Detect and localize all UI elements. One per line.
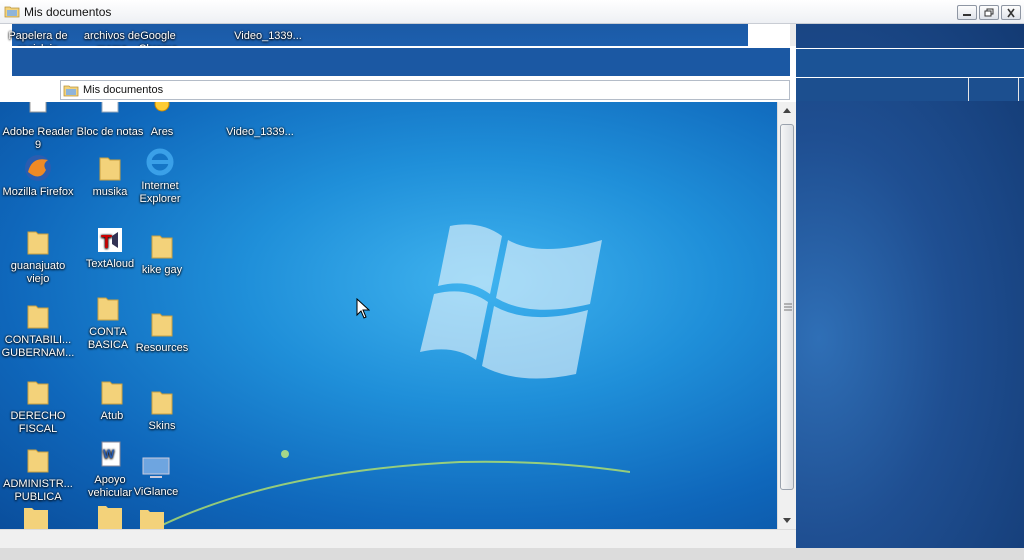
desktop-icon[interactable]: DERECHO FISCAL [0,376,76,436]
minimize-icon [963,14,971,16]
desktop-icon[interactable]: ViGlance [118,452,194,499]
desktop-icon-label: Ares [150,126,174,138]
folder-icon [27,381,49,405]
desktop-icon-label: CONTABILI... GUBERNAM... [1,334,75,359]
folder-icon [24,508,48,529]
monitor-icon [142,457,170,478]
background-panel [796,24,1024,548]
wallpaper-swoosh [151,450,630,529]
rendering-strip [796,78,1024,101]
folder-icon [27,305,49,329]
desktop-icon[interactable]: kike gay [124,230,200,277]
status-area [0,529,796,548]
scroll-thumb[interactable] [780,124,794,490]
strip-band [12,48,790,76]
close-icon [1007,8,1015,18]
textaloud-icon: T [98,228,122,252]
folder-icon [98,506,122,529]
scroll-down-icon[interactable] [778,511,796,529]
notepad-icon [101,102,119,113]
desktop-icon[interactable]: guanajuato viejo [0,226,76,286]
desktop-icon-label: Skins [148,420,176,432]
firefox-icon [25,155,51,181]
folder-icon [151,391,173,415]
ares-icon [154,102,170,112]
desktop-icon-label: Mozilla Firefox [2,186,74,198]
svg-text:T: T [101,232,112,252]
desktop-icon-label: Resources [135,342,189,354]
desktop-icon-label: kike gay [141,264,183,276]
folder-icon [151,313,173,337]
folder-icon [63,85,79,97]
video-file-icon [244,102,276,124]
desktop-icon[interactable]: Resources [124,308,200,355]
desktop-icon[interactable]: Skins [124,386,200,433]
desktop-icon-label: ViGlance [133,486,179,498]
divider [968,78,969,101]
rendering-strip [0,46,796,78]
desktop-icon-label: Internet Explorer [139,180,181,205]
desktop-icon-label: Video_1339... [234,30,302,42]
restore-button[interactable] [979,5,999,20]
rendering-strip [796,48,1024,78]
ie-icon [146,148,174,176]
desktop-icon[interactable]: ADMINISTR... PUBLICA [0,444,76,504]
desktop-icon-label: guanajuato viejo [10,260,66,285]
desktop-view[interactable]: Adobe Reader 9 Bloc de notas Ares Video_… [0,102,777,529]
folder-icon [27,449,49,473]
desktop-icon-label: Video_1339... [226,126,294,138]
desktop-icon-label: ADMINISTR... PUBLICA [3,478,73,503]
rendering-strip: Papelera de reciclaje archivos de mama G… [0,24,790,55]
bottom-strip [0,548,1024,560]
minimize-button[interactable] [957,5,977,20]
desktop-icon[interactable]: CONTABILI... GUBERNAM... [0,300,76,360]
folder-icon [97,297,119,321]
vertical-scrollbar[interactable] [777,102,796,529]
desktop-icon-label: Adobe Reader 9 [2,126,74,151]
mouse-cursor-icon [356,298,370,319]
scroll-up-icon[interactable] [778,102,796,120]
desktop-icon[interactable]: Ares [124,102,200,139]
svg-text:W: W [103,447,115,461]
desktop-icon[interactable]: Internet Explorer [122,146,198,206]
folder-icon [151,235,173,259]
desktop-icon[interactable]: Video_1339... [222,102,298,139]
desktop-icon[interactable]: Adobe Reader 9 [0,102,76,152]
folder-icon [27,231,49,255]
partial-icon-video[interactable]: Video_1339... [230,16,306,43]
address-bar[interactable]: Mis documentos [60,80,790,100]
restore-icon [984,8,994,17]
divider [1018,78,1019,101]
folder-icon [140,510,164,529]
desktop-icon-label: DERECHO FISCAL [10,410,66,435]
strip-band: Papelera de reciclaje archivos de mama G… [8,24,748,55]
windows-logo [420,224,602,379]
desktop-icon[interactable]: Mozilla Firefox [0,152,76,199]
close-button[interactable] [1001,5,1021,20]
grip-icon [784,303,792,311]
address-path: Mis documentos [83,84,164,96]
pdf-icon [29,102,47,113]
address-bar-row: Mis documentos [0,78,796,102]
